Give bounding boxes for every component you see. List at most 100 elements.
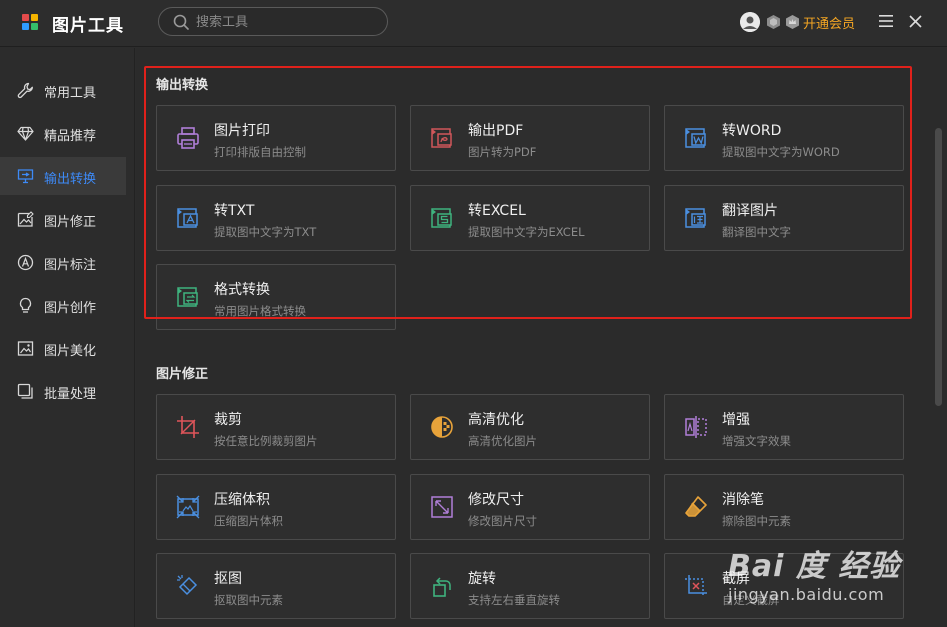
tool-card-title: 高清优化 [468, 412, 524, 428]
word-icon [685, 128, 706, 148]
rotate-icon [433, 577, 451, 597]
export-icon [17, 169, 34, 184]
tool-card-title: 裁剪 [214, 412, 242, 428]
sidebar-item-label: 图片标注 [44, 258, 97, 273]
menu-icon[interactable] [879, 15, 893, 27]
wrench-icon [17, 82, 33, 99]
translate-icon [685, 208, 706, 228]
tool-card-subtitle: 抠取图中元素 [214, 593, 283, 607]
tool-card-title: 输出PDF [468, 123, 524, 139]
tool-card-subtitle: 高清优化图片 [468, 434, 537, 448]
tool-card-image-print[interactable]: 图片打印 打印排版自由控制 [156, 105, 396, 171]
vip-crown-icon[interactable] [785, 14, 800, 30]
sidebar-item-label: 常用工具 [44, 86, 97, 101]
tool-card-enhance[interactable]: 增强 增强文字效果 [664, 394, 904, 460]
sidebar-item-label: 输出转换 [44, 172, 97, 187]
tool-card-title: 压缩体积 [214, 492, 270, 508]
printer-icon [177, 127, 199, 149]
tool-card-to-txt[interactable]: 转TXT 提取图中文字为TXT [156, 185, 396, 251]
tool-card-screenshot[interactable]: 截屏 自定义截屏 [664, 553, 904, 619]
tool-card-output-pdf[interactable]: 输出PDF 图片转为PDF [410, 105, 650, 171]
tool-card-title: 翻译图片 [722, 203, 778, 219]
avatar[interactable] [740, 12, 760, 32]
sidebar-item-batch[interactable]: 批量处理 [0, 372, 126, 410]
tool-card-to-word[interactable]: 转WORD 提取图中文字为WORD [664, 105, 904, 171]
app-title: 图片工具 [52, 16, 124, 36]
tool-card-cutout[interactable]: 抠图 抠取图中元素 [156, 553, 396, 619]
title-bar: 图片工具 开通会员 [0, 0, 947, 47]
screenshot-icon [685, 575, 707, 597]
tool-card-title: 增强 [722, 412, 750, 428]
sidebar-item-label: 图片创作 [44, 301, 97, 316]
level-badge-icon[interactable] [766, 14, 781, 30]
format-convert-icon [177, 287, 198, 307]
tool-card-title: 截屏 [722, 571, 750, 587]
tool-card-translate-image[interactable]: 翻译图片 翻译图中文字 [664, 185, 904, 251]
tool-card-subtitle: 打印排版自由控制 [214, 145, 306, 159]
close-icon[interactable] [909, 15, 922, 28]
tool-card-title: 转WORD [722, 123, 782, 139]
eraser-icon [685, 496, 707, 517]
open-vip-link[interactable]: 开通会员 [803, 13, 855, 32]
tool-card-subtitle: 擦除图中元素 [722, 514, 791, 528]
scrollbar[interactable] [935, 128, 942, 406]
resize-icon [431, 496, 453, 518]
tool-card-resize[interactable]: 修改尺寸 修改图片尺寸 [410, 474, 650, 540]
tool-card-subtitle: 压缩图片体积 [214, 514, 283, 528]
sidebar-item-label: 批量处理 [44, 387, 97, 402]
batch-icon [17, 383, 33, 399]
enhance-icon [685, 416, 707, 438]
sidebar-item-image-fix[interactable]: 图片修正 [0, 200, 126, 238]
tool-card-subtitle: 图片转为PDF [468, 145, 537, 159]
tool-card-subtitle: 提取图中文字为EXCEL [468, 225, 585, 239]
cutout-icon [177, 575, 198, 596]
tool-card-subtitle: 按任意比例裁剪图片 [214, 434, 318, 448]
tool-card-title: 格式转换 [214, 282, 270, 298]
compress-icon [176, 495, 200, 519]
tool-card-title: 抠图 [214, 571, 242, 587]
diamond-icon [17, 126, 34, 141]
hd-icon [431, 416, 453, 438]
tool-card-title: 修改尺寸 [468, 492, 524, 508]
sidebar-item-label: 图片修正 [44, 215, 97, 230]
tool-card-subtitle: 提取图中文字为WORD [722, 145, 840, 159]
tool-card-subtitle: 修改图片尺寸 [468, 514, 537, 528]
tool-card-eraser[interactable]: 消除笔 擦除图中元素 [664, 474, 904, 540]
sidebar-item-image-create[interactable]: 图片创作 [0, 286, 126, 324]
sidebar-item-image-annotate[interactable]: 图片标注 [0, 243, 126, 281]
tool-card-subtitle: 增强文字效果 [722, 434, 791, 448]
txt-icon [177, 208, 198, 228]
sidebar-item-image-beautify[interactable]: 图片美化 [0, 329, 126, 367]
app-logo-icon [22, 14, 38, 30]
beautify-icon [17, 341, 34, 356]
main-content: 输出转换 图片打印 打印排版自由控制 输出PDF 图片转为PDF 转WORD 提… [136, 48, 947, 627]
tool-card-to-excel[interactable]: 转EXCEL 提取图中文字为EXCEL [410, 185, 650, 251]
sidebar-item-label: 图片美化 [44, 344, 97, 359]
tool-card-subtitle: 自定义截屏 [722, 593, 780, 607]
search-box[interactable] [158, 7, 388, 36]
tool-card-crop[interactable]: 裁剪 按任意比例裁剪图片 [156, 394, 396, 460]
tool-card-format-convert[interactable]: 格式转换 常用图片格式转换 [156, 264, 396, 330]
tool-card-rotate[interactable]: 旋转 支持左右垂直旋转 [410, 553, 650, 619]
tool-card-title: 图片打印 [214, 123, 270, 139]
tool-card-title: 消除笔 [722, 492, 764, 508]
tool-card-subtitle: 支持左右垂直旋转 [468, 593, 560, 607]
tool-card-subtitle: 翻译图中文字 [722, 225, 791, 239]
search-input[interactable] [196, 12, 376, 32]
annotate-icon [17, 254, 34, 271]
excel-icon [431, 208, 452, 228]
tool-card-subtitle: 常用图片格式转换 [214, 304, 306, 318]
crop-icon [177, 416, 199, 438]
tool-card-hd[interactable]: 高清优化 高清优化图片 [410, 394, 650, 460]
pdf-icon [431, 128, 452, 148]
tool-card-title: 旋转 [468, 571, 496, 587]
sidebar-item-common-tools[interactable]: 常用工具 [0, 71, 126, 109]
sidebar: 常用工具 精品推荐 输出转换 图片修正 图片标注 图片创作 图片美化 批量处理 [0, 48, 135, 627]
tool-card-compress[interactable]: 压缩体积 压缩图片体积 [156, 474, 396, 540]
sidebar-item-output-convert[interactable]: 输出转换 [0, 157, 126, 195]
bulb-icon [19, 297, 32, 313]
sidebar-item-featured[interactable]: 精品推荐 [0, 114, 126, 152]
search-icon [173, 14, 189, 30]
tool-card-title: 转EXCEL [468, 203, 526, 219]
image-edit-icon [17, 211, 34, 227]
